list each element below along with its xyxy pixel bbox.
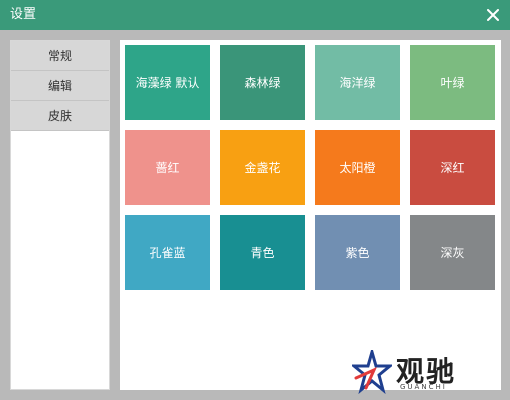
skin-dark-gray[interactable]: 深灰 [410,215,495,290]
close-button[interactable] [482,4,504,26]
skin-purple[interactable]: 紫色 [315,215,400,290]
settings-sidebar: 常规 编辑 皮肤 [10,40,110,390]
skin-deep-red[interactable]: 深红 [410,130,495,205]
skin-marigold[interactable]: 金盏花 [220,130,305,205]
skin-forest-green[interactable]: 森林绿 [220,45,305,120]
skin-panel: 海藻绿 默认 森林绿 海洋绿 叶绿 蔷红 金盏花 太阳橙 深红 孔雀蓝 青色 紫… [120,40,501,390]
skin-rose-red[interactable]: 蔷红 [125,130,210,205]
skin-seaweed-green[interactable]: 海藻绿 默认 [125,45,210,120]
title-bar: 设置 [0,0,510,30]
watermark-subtext: GUANCHI [400,383,447,391]
sidebar-item-skin[interactable]: 皮肤 [11,101,109,131]
skin-ocean-green[interactable]: 海洋绿 [315,45,400,120]
sidebar-item-edit[interactable]: 编辑 [11,71,109,101]
skin-cyan[interactable]: 青色 [220,215,305,290]
star-logo-icon [352,350,392,394]
close-icon [487,9,499,21]
skin-leaf-green[interactable]: 叶绿 [410,45,495,120]
sidebar-item-general[interactable]: 常规 [11,41,109,71]
watermark-logo: 观驰 GUANCHI [352,348,502,396]
skin-sun-orange[interactable]: 太阳橙 [315,130,400,205]
skin-peacock-blue[interactable]: 孔雀蓝 [125,215,210,290]
skin-grid: 海藻绿 默认 森林绿 海洋绿 叶绿 蔷红 金盏花 太阳橙 深红 孔雀蓝 青色 紫… [125,45,495,290]
window-title: 设置 [10,7,37,22]
